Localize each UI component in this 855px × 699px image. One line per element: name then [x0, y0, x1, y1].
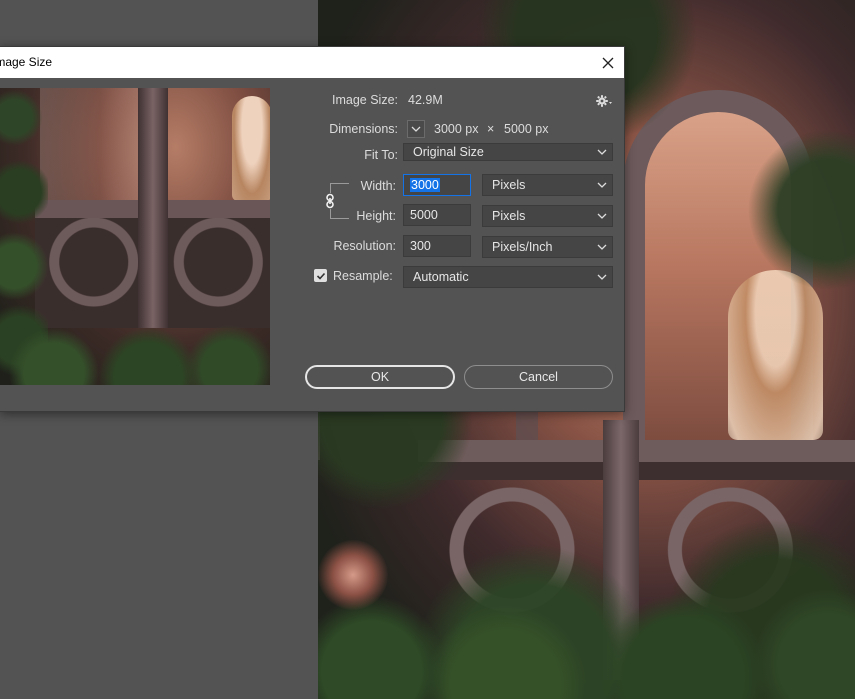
dialog-titlebar[interactable]: Image Size — [0, 47, 624, 78]
close-icon — [602, 57, 614, 68]
height-unit-value: Pixels — [492, 209, 526, 223]
resolution-value: 300 — [410, 239, 431, 253]
width-unit-value: Pixels — [492, 178, 526, 192]
image-size-label: Image Size: — [331, 93, 398, 107]
resolution-label: Resolution: — [333, 239, 396, 253]
chevron-down-icon — [597, 244, 607, 250]
settings-button[interactable] — [595, 92, 613, 110]
chevron-down-icon — [597, 182, 607, 188]
image-size-value: 42.9M — [408, 93, 443, 107]
dimensions-unit-toggle[interactable] — [407, 120, 425, 138]
resolution-unit-value: Pixels/Inch — [492, 240, 553, 254]
preview-figure — [232, 96, 270, 201]
height-unit-select[interactable]: Pixels — [482, 205, 613, 227]
image-preview[interactable] — [0, 88, 270, 385]
chevron-down-icon — [411, 126, 421, 132]
close-button[interactable] — [592, 47, 624, 78]
resample-label: Resample: — [333, 269, 393, 283]
chevron-down-icon — [597, 213, 607, 219]
width-unit-select[interactable]: Pixels — [482, 174, 613, 196]
chevron-down-icon — [597, 274, 607, 280]
ok-button[interactable]: OK — [305, 365, 455, 389]
dialog-title: Image Size — [0, 55, 53, 69]
chevron-down-icon — [597, 149, 607, 155]
resolution-input[interactable]: 300 — [403, 235, 471, 257]
dimensions-times: × — [487, 122, 495, 136]
fit-to-label: Fit To: — [364, 148, 398, 162]
resample-method-select[interactable]: Automatic — [403, 266, 613, 288]
width-input[interactable]: 3000 — [403, 174, 471, 196]
preview-ivy-bottom — [0, 305, 270, 385]
fit-to-select[interactable]: Original Size — [403, 143, 613, 161]
preview-pillar — [138, 88, 168, 328]
canvas-lantern-glow — [318, 540, 388, 610]
dimensions-label: Dimensions: — [329, 122, 398, 136]
image-size-form: Image Size: 42.9M Dimensions: 3000 px × … — [300, 87, 620, 389]
dimensions-width-value: 3000 px — [434, 122, 479, 136]
gear-icon — [596, 95, 612, 107]
canvas-ivy-bottom — [318, 559, 855, 699]
fit-to-value: Original Size — [413, 145, 484, 159]
resolution-unit-select[interactable]: Pixels/Inch — [482, 236, 613, 258]
image-size-dialog: Image Size Image Size: 42.9M — [0, 46, 625, 412]
check-icon — [316, 272, 325, 280]
link-icon — [326, 193, 334, 209]
constrain-proportions-button[interactable] — [323, 193, 337, 209]
height-input[interactable]: 5000 — [403, 204, 471, 226]
cancel-button[interactable]: Cancel — [464, 365, 613, 389]
height-label: Height: — [356, 209, 396, 223]
width-value: 3000 — [410, 178, 440, 192]
resample-method-value: Automatic — [413, 270, 469, 284]
dimensions-height-value: 5000 px — [504, 122, 549, 136]
height-value: 5000 — [410, 208, 438, 222]
resample-checkbox[interactable] — [314, 269, 327, 282]
